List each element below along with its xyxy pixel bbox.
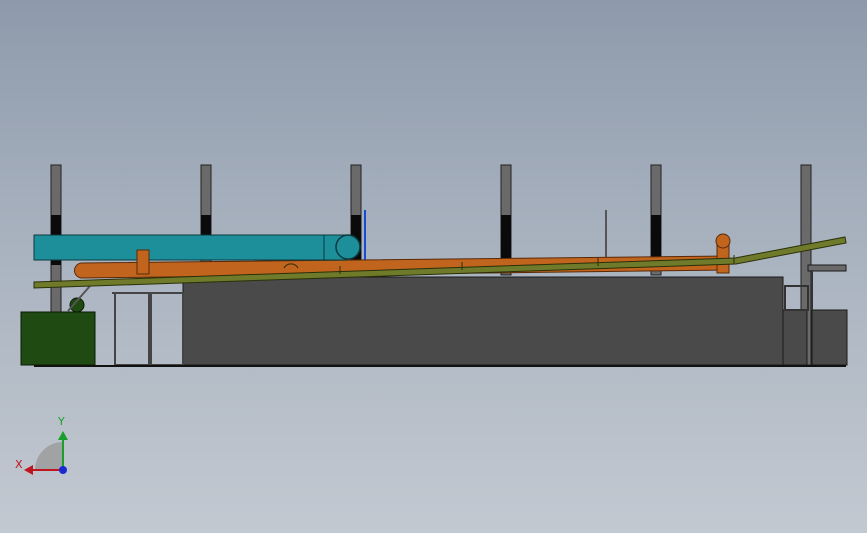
x-axis-arrow [24, 465, 33, 475]
axis-triad [24, 431, 68, 475]
equipment-side-view[interactable] [0, 0, 867, 533]
motor-box [20, 311, 96, 366]
cad-viewport[interactable]: Y X [0, 0, 867, 533]
left-frame [112, 292, 184, 366]
orange-riser-left-front [136, 249, 150, 275]
y-axis-label: Y [58, 415, 65, 428]
right-housing [782, 309, 808, 366]
teal-duct-end [335, 234, 361, 260]
column-5-band [651, 215, 661, 260]
main-enclosure [182, 276, 784, 366]
x-axis-label: X [15, 458, 23, 471]
z-axis-dot [59, 466, 67, 474]
triad-origin-arc [35, 442, 63, 470]
column-4-band [501, 215, 511, 260]
teal-duct [33, 234, 347, 261]
right-housing-2 [811, 309, 848, 366]
frame-box-2 [150, 292, 184, 366]
right-bracket [807, 264, 847, 272]
y-axis-arrow [58, 431, 68, 440]
orange-elbow-right [715, 233, 731, 249]
frame-box-1 [114, 292, 150, 366]
